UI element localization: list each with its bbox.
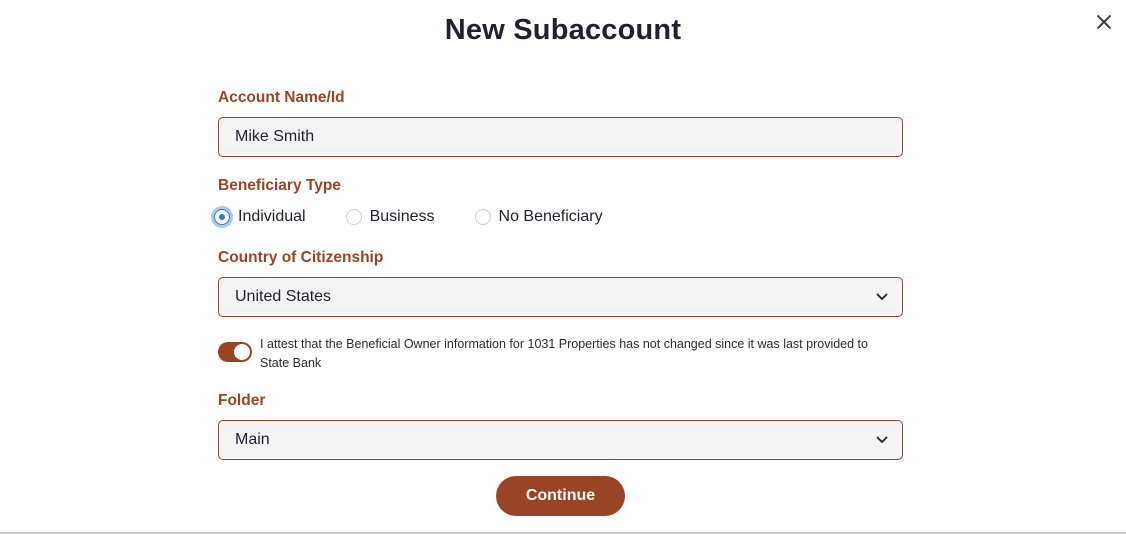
beneficiary-type-radio-group: Individual Business No Beneficiary [214, 207, 603, 227]
radio-business-label: Business [369, 208, 435, 225]
toggle-knob [234, 344, 250, 360]
continue-button[interactable]: Continue [496, 476, 625, 516]
country-selected-value: United States [235, 288, 332, 305]
folder-label: Folder [218, 392, 266, 409]
radio-no-beneficiary[interactable]: No Beneficiary [474, 208, 603, 226]
dialog-title: New Subaccount [444, 14, 682, 46]
country-of-citizenship-label: Country of Citizenship [218, 249, 384, 266]
close-icon [1097, 15, 1111, 29]
account-name-label: Account Name/Id [218, 89, 345, 106]
radio-no-beneficiary-indicator[interactable] [474, 209, 491, 225]
folder-selected-value: Main [235, 431, 270, 448]
radio-individual-indicator[interactable] [214, 209, 230, 225]
beneficiary-type-label: Beneficiary Type [218, 177, 341, 194]
radio-no-beneficiary-label: No Beneficiary [498, 208, 603, 225]
chevron-down-icon [876, 293, 888, 300]
attestation-toggle[interactable] [218, 342, 252, 362]
country-of-citizenship-select[interactable]: United States [218, 277, 903, 317]
chevron-down-icon [876, 436, 888, 443]
folder-select[interactable]: Main [218, 420, 903, 460]
radio-business-indicator[interactable] [345, 209, 362, 225]
close-button[interactable] [1094, 12, 1114, 32]
radio-individual-label: Individual [238, 208, 306, 225]
attestation-text: I attest that the Beneficial Owner infor… [260, 337, 868, 370]
radio-individual[interactable]: Individual [214, 208, 306, 226]
new-subaccount-dialog: New Subaccount Account Name/Id Beneficia… [0, 0, 1126, 534]
account-name-input[interactable] [235, 128, 886, 146]
account-name-field[interactable] [218, 117, 903, 157]
radio-business[interactable]: Business [345, 208, 435, 226]
